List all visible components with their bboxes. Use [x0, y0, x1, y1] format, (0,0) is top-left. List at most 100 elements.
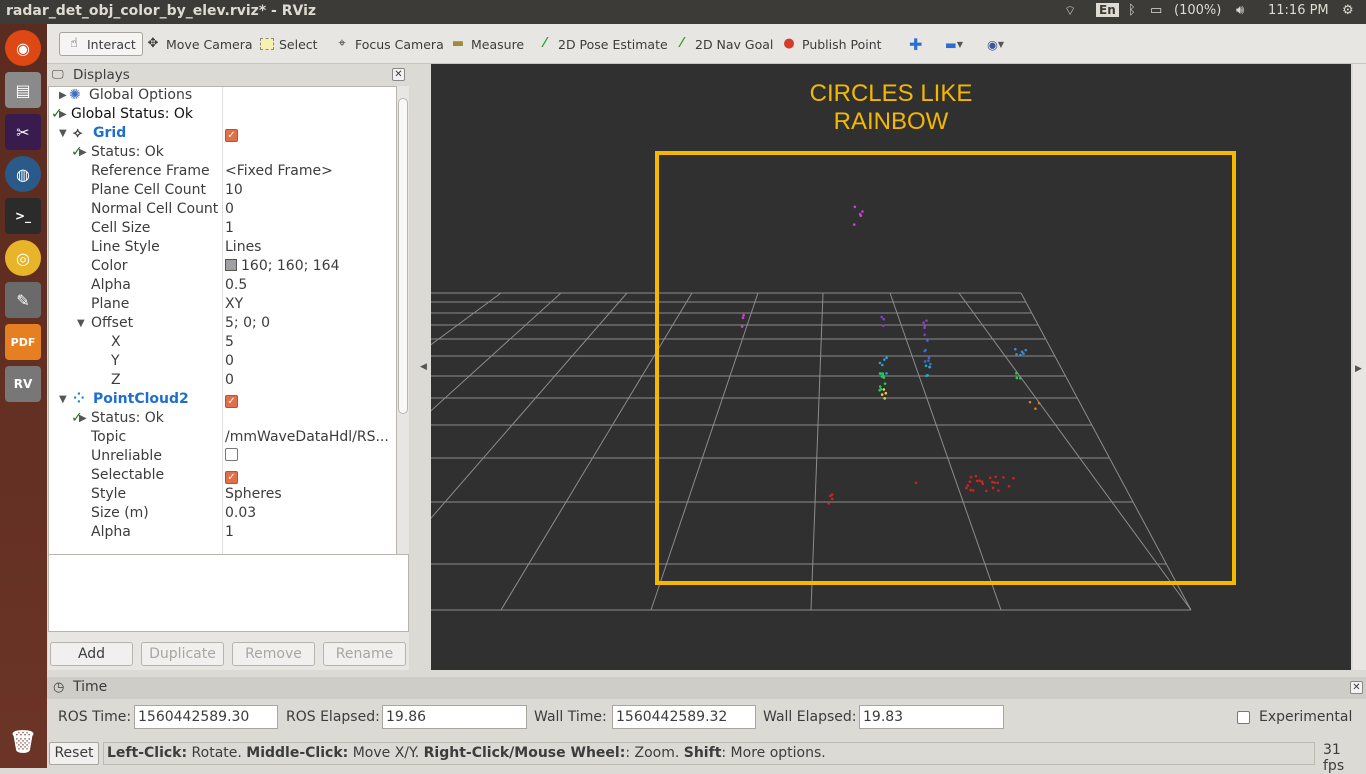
nav-goal-tool-button[interactable]: ⁄ 2D Nav Goal — [674, 32, 774, 56]
collapse-left-icon[interactable]: ◀ — [420, 362, 427, 372]
clock[interactable]: 11:16 PM — [1268, 3, 1329, 18]
tree-row-value[interactable]: XY — [225, 296, 243, 312]
tree-row-value[interactable]: <Fixed Frame> — [225, 163, 333, 179]
tree-row-value[interactable]: 0.03 — [225, 505, 256, 521]
move-camera-tool-button[interactable]: ✥ Move Camera — [145, 32, 253, 56]
tree-row[interactable]: Color 160; 160; 164 — [49, 258, 396, 277]
pose-estimate-tool-button[interactable]: ⁄ 2D Pose Estimate — [537, 32, 668, 56]
remove-button[interactable]: Remove — [232, 642, 315, 666]
grid-and-points[interactable] — [431, 64, 1351, 670]
tree-row[interactable]: ▶ ✺ Global Options — [49, 87, 396, 106]
remove-tool-icon[interactable]: ▬ ▼ — [945, 32, 963, 56]
tree-row-value-cell[interactable]: 1 — [225, 524, 234, 540]
wall-elapsed-field[interactable]: 19.83 — [859, 705, 1004, 729]
enable-checkbox[interactable]: ✓ — [225, 129, 238, 142]
tree-row-value[interactable]: 0 — [225, 201, 234, 217]
collapse-arrow-icon[interactable]: ▼ — [77, 318, 85, 329]
terminal-icon[interactable]: >_ — [5, 198, 41, 234]
battery-percent[interactable]: (100%) — [1174, 3, 1221, 18]
add-tool-icon[interactable]: ✚ — [909, 32, 922, 56]
rviz-app-icon[interactable]: RV — [5, 366, 41, 402]
tree-row[interactable]: Reference Frame <Fixed Frame> — [49, 163, 396, 182]
tree-row-value[interactable]: 0 — [225, 353, 234, 369]
collapse-arrow-icon[interactable]: ▼ — [59, 394, 67, 405]
tree-row-value-cell[interactable]: 10 — [225, 182, 243, 198]
collapse-right-icon[interactable]: ▶ — [1355, 364, 1362, 374]
tree-row-checkbox-cell[interactable]: ✓ — [225, 467, 238, 484]
tree-row-value[interactable]: 10 — [225, 182, 243, 198]
tree-row[interactable]: ▶ ✓ Status: Ok — [49, 410, 396, 429]
tree-row[interactable]: Alpha 1 — [49, 524, 396, 543]
reset-button[interactable]: Reset — [49, 742, 99, 765]
tree-row-value-cell[interactable]: 0 — [225, 353, 234, 369]
tree-row[interactable]: Line Style Lines — [49, 239, 396, 258]
tree-row-value[interactable]: 1 — [225, 220, 234, 236]
tree-scrollbar[interactable] — [397, 86, 409, 614]
tree-row[interactable]: ▼ ⟡ Grid ✓ — [49, 125, 396, 144]
tree-row[interactable]: ▶ ✓ Global Status: Ok — [49, 106, 396, 125]
enable-checkbox[interactable] — [225, 448, 238, 461]
rename-button[interactable]: Rename — [323, 642, 406, 666]
trash-icon[interactable]: 🗑︎ — [5, 724, 41, 760]
wall-time-field[interactable]: 1560442589.32 — [612, 705, 756, 729]
tree-row-value-cell[interactable]: <Fixed Frame> — [225, 163, 333, 179]
tree-row-value-cell[interactable]: 1 — [225, 220, 234, 236]
globe-icon[interactable]: ◍ — [5, 156, 41, 192]
eye-view-icon[interactable]: ◉ ▼ — [987, 32, 1004, 56]
battery-icon[interactable]: ▭ — [1150, 3, 1162, 18]
chrome-icon[interactable]: ◎ — [5, 240, 41, 276]
tree-row-checkbox-cell[interactable] — [225, 448, 238, 464]
ubuntu-dash-icon[interactable]: ◉ — [5, 30, 41, 66]
tree-scrollbar-thumb[interactable] — [398, 98, 408, 414]
tree-row[interactable]: Normal Cell Count 0 — [49, 201, 396, 220]
tree-row-value[interactable]: Spheres — [225, 486, 282, 502]
measure-tool-button[interactable]: ▬ Measure — [450, 32, 524, 56]
interact-tool-button[interactable]: ☝ Interact — [59, 32, 143, 56]
tree-row-value[interactable]: 1 — [225, 524, 234, 540]
tree-row[interactable]: Z0 — [49, 372, 396, 391]
settings-gear-icon[interactable]: ⚙ — [1342, 3, 1354, 18]
tree-row-value[interactable]: 5; 0; 0 — [225, 315, 270, 331]
wifi-icon[interactable]: ⌔ — [1064, 3, 1076, 19]
duplicate-button[interactable]: Duplicate — [141, 642, 224, 666]
tree-row-value-cell[interactable]: 5 — [225, 334, 234, 350]
select-tool-button[interactable]: Select — [260, 32, 318, 56]
collapse-arrow-icon[interactable]: ▼ — [59, 128, 67, 139]
tree-row-value[interactable]: /mmWaveDataHdl/RS... — [225, 429, 389, 445]
tree-row[interactable]: Selectable ✓ — [49, 467, 396, 486]
tree-row-value-cell[interactable]: 160; 160; 164 — [225, 258, 340, 274]
render-view[interactable]: CIRCLES LIKE RAINBOW — [431, 64, 1351, 670]
tree-row[interactable]: Unreliable — [49, 448, 396, 467]
tree-row[interactable]: Plane XY — [49, 296, 396, 315]
tree-row[interactable]: ▼ Offset 5; 0; 0 — [49, 315, 396, 334]
tree-row[interactable]: ▼ ⁘ PointCloud2 ✓ — [49, 391, 396, 410]
tree-row-checkbox-cell[interactable]: ✓ — [225, 391, 238, 408]
tree-row-value-cell[interactable]: 5; 0; 0 — [225, 315, 270, 331]
tree-row-value[interactable]: 5 — [225, 334, 234, 350]
tree-row-value-cell[interactable]: Spheres — [225, 486, 282, 502]
files-icon[interactable]: ▤ — [5, 72, 41, 108]
tree-row[interactable]: Plane Cell Count 10 — [49, 182, 396, 201]
tree-row[interactable]: ▶ ✓ Status: Ok — [49, 144, 396, 163]
close-icon[interactable]: ✕ — [1350, 681, 1363, 694]
tree-row-value-cell[interactable]: Lines — [225, 239, 261, 255]
ros-elapsed-field[interactable]: 19.86 — [382, 705, 527, 729]
tree-row-value-cell[interactable]: /mmWaveDataHdl/RS... — [225, 429, 389, 445]
volume-icon[interactable]: 🔊︎ — [1236, 3, 1244, 18]
tree-row[interactable]: Y0 — [49, 353, 396, 372]
enable-checkbox[interactable]: ✓ — [225, 395, 238, 408]
keyboard-lang-indicator[interactable]: En — [1096, 3, 1119, 17]
tree-row-value-cell[interactable]: 0 — [225, 372, 234, 388]
tree-row-value-cell[interactable]: XY — [225, 296, 243, 312]
pdf-app-icon[interactable]: PDF — [5, 324, 41, 360]
tree-row[interactable]: Cell Size 1 — [49, 220, 396, 239]
tree-row-value[interactable]: 0.5 — [225, 277, 247, 293]
tree-row-value-cell[interactable]: 0.03 — [225, 505, 256, 521]
tree-row-value[interactable]: Lines — [225, 239, 261, 255]
experimental-checkbox[interactable] — [1237, 711, 1250, 724]
tree-row-value-cell[interactable]: 0.5 — [225, 277, 247, 293]
close-icon[interactable]: ✕ — [392, 68, 405, 81]
color-swatch[interactable] — [225, 259, 237, 271]
tree-row[interactable]: Size (m) 0.03 — [49, 505, 396, 524]
focus-camera-tool-button[interactable]: ⌖ Focus Camera — [334, 32, 443, 56]
